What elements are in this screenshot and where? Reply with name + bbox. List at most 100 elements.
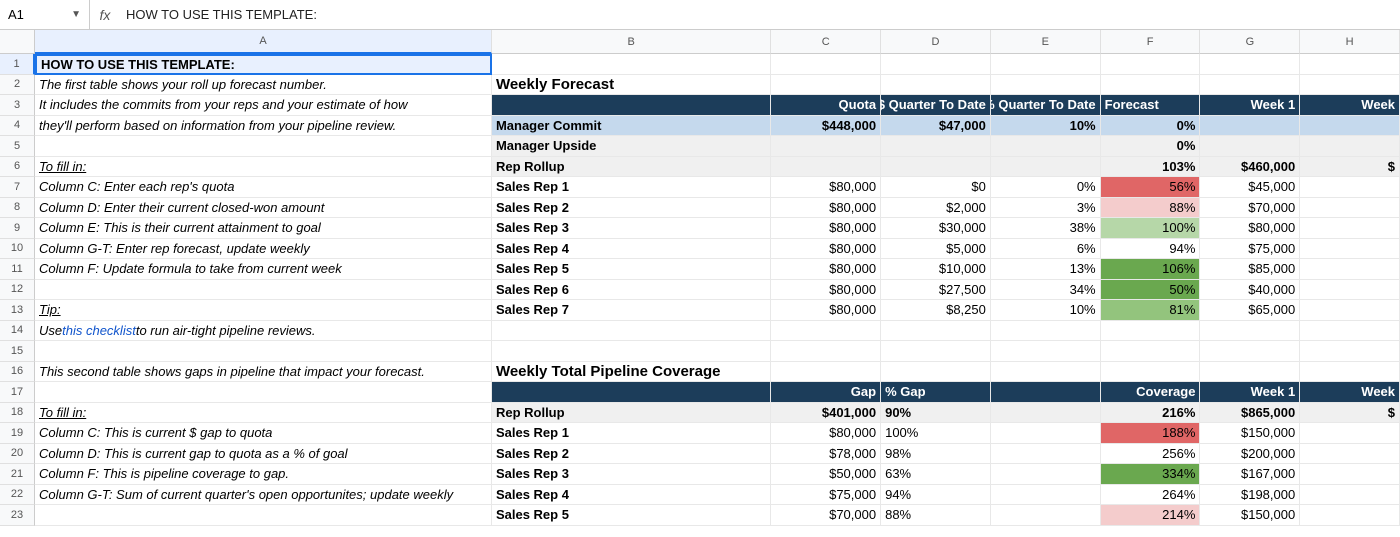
row-header[interactable]: 7 xyxy=(0,177,35,198)
cell[interactable]: $200,000 xyxy=(1200,444,1300,465)
cell[interactable]: 0% xyxy=(1101,116,1201,137)
cell[interactable] xyxy=(492,321,771,342)
row-header[interactable]: 15 xyxy=(0,341,35,362)
cell[interactable]: $78,000 xyxy=(771,444,881,465)
cell[interactable]: Sales Rep 3 xyxy=(492,464,771,485)
cell[interactable] xyxy=(492,54,771,75)
cell[interactable] xyxy=(1101,321,1201,342)
row-header[interactable]: 5 xyxy=(0,136,35,157)
cell[interactable]: $ xyxy=(1300,157,1400,178)
cell[interactable] xyxy=(991,341,1101,362)
cell[interactable]: Column C: Enter each rep's quota xyxy=(35,177,492,198)
cell[interactable]: Sales Rep 1 xyxy=(492,423,771,444)
row-header[interactable]: 23 xyxy=(0,505,35,526)
cell[interactable]: This second table shows gaps in pipeline… xyxy=(35,362,492,383)
row-header[interactable]: 8 xyxy=(0,198,35,219)
cell[interactable]: % Gap xyxy=(881,382,991,403)
cell[interactable]: $85,000 xyxy=(1200,259,1300,280)
row-header[interactable]: 22 xyxy=(0,485,35,506)
cell[interactable]: Sales Rep 4 xyxy=(492,485,771,506)
row-header[interactable]: 20 xyxy=(0,444,35,465)
col-header-D[interactable]: D xyxy=(881,30,991,54)
col-header-H[interactable]: H xyxy=(1300,30,1400,54)
cell[interactable] xyxy=(1300,259,1400,280)
row-header[interactable]: 10 xyxy=(0,239,35,260)
row-header[interactable]: 13 xyxy=(0,300,35,321)
cell[interactable]: Sales Rep 5 xyxy=(492,505,771,526)
cell[interactable]: $75,000 xyxy=(1200,239,1300,260)
cell[interactable] xyxy=(1300,239,1400,260)
cell[interactable]: Week xyxy=(1300,382,1400,403)
cell[interactable] xyxy=(991,321,1101,342)
cell[interactable]: 63% xyxy=(881,464,991,485)
cell[interactable]: 56% xyxy=(1101,177,1201,198)
cell[interactable] xyxy=(492,382,771,403)
grid-area[interactable]: A B C D E F G H HOW TO USE THIS TEMPLATE… xyxy=(35,30,1400,526)
row-header[interactable]: 2 xyxy=(0,75,35,96)
cell[interactable] xyxy=(1200,341,1300,362)
cell[interactable]: 264% xyxy=(1101,485,1201,506)
cell[interactable] xyxy=(991,444,1101,465)
row-header[interactable]: 17 xyxy=(0,382,35,403)
cell[interactable]: $80,000 xyxy=(771,280,881,301)
cell[interactable]: 334% xyxy=(1101,464,1201,485)
cell[interactable] xyxy=(991,464,1101,485)
cell[interactable]: 50% xyxy=(1101,280,1201,301)
col-header-F[interactable]: F xyxy=(1101,30,1201,54)
cell[interactable]: Weekly Forecast xyxy=(492,75,771,96)
cell[interactable] xyxy=(1200,75,1300,96)
cell[interactable]: 216% xyxy=(1101,403,1201,424)
col-header-G[interactable]: G xyxy=(1200,30,1300,54)
cell[interactable]: The first table shows your roll up forec… xyxy=(35,75,492,96)
cell[interactable] xyxy=(1300,116,1400,137)
cell[interactable] xyxy=(1101,54,1201,75)
cell[interactable] xyxy=(881,54,991,75)
row-header[interactable]: 3 xyxy=(0,95,35,116)
row-header[interactable]: 4 xyxy=(0,116,35,137)
cell[interactable] xyxy=(492,341,771,362)
cell[interactable]: Sales Rep 2 xyxy=(492,444,771,465)
cell[interactable] xyxy=(35,505,492,526)
cell[interactable]: 88% xyxy=(1101,198,1201,219)
cell[interactable]: Tip: xyxy=(35,300,492,321)
cell[interactable]: $0 xyxy=(881,177,991,198)
cell[interactable]: $2,000 xyxy=(881,198,991,219)
cell[interactable] xyxy=(991,423,1101,444)
cell[interactable] xyxy=(991,382,1101,403)
name-box-dropdown-icon[interactable]: ▼ xyxy=(71,9,81,20)
cell[interactable]: 94% xyxy=(881,485,991,506)
row-header[interactable]: 1 xyxy=(0,54,35,75)
cell[interactable]: HOW TO USE THIS TEMPLATE: xyxy=(35,54,492,75)
cell[interactable] xyxy=(1200,136,1300,157)
cell[interactable] xyxy=(1300,300,1400,321)
cell[interactable] xyxy=(35,136,492,157)
cell[interactable]: Forecast xyxy=(1101,95,1201,116)
cell[interactable] xyxy=(35,280,492,301)
cell[interactable] xyxy=(1101,362,1201,383)
cell[interactable] xyxy=(881,362,991,383)
cell[interactable]: Manager Commit xyxy=(492,116,771,137)
cell[interactable] xyxy=(1300,505,1400,526)
cell[interactable] xyxy=(771,75,881,96)
cell[interactable]: $ xyxy=(1300,403,1400,424)
cell[interactable]: $150,000 xyxy=(1200,423,1300,444)
cell[interactable] xyxy=(771,321,881,342)
cell[interactable]: 0% xyxy=(991,177,1101,198)
cell[interactable]: 0% xyxy=(1101,136,1201,157)
cell[interactable] xyxy=(991,403,1101,424)
cell[interactable]: Coverage xyxy=(1101,382,1201,403)
cell[interactable] xyxy=(881,75,991,96)
cell[interactable] xyxy=(991,157,1101,178)
cell[interactable]: $198,000 xyxy=(1200,485,1300,506)
row-header[interactable]: 16 xyxy=(0,362,35,383)
cell[interactable]: Column G-T: Enter rep forecast, update w… xyxy=(35,239,492,260)
cell[interactable]: 94% xyxy=(1101,239,1201,260)
row-header[interactable]: 21 xyxy=(0,464,35,485)
cell[interactable] xyxy=(492,95,771,116)
cell[interactable]: $70,000 xyxy=(771,505,881,526)
cell[interactable]: 103% xyxy=(1101,157,1201,178)
cell[interactable]: 256% xyxy=(1101,444,1201,465)
formula-input[interactable]: HOW TO USE THIS TEMPLATE: xyxy=(120,7,1400,22)
cell[interactable]: Weekly Total Pipeline Coverage xyxy=(492,362,771,383)
cell[interactable]: Sales Rep 3 xyxy=(492,218,771,239)
